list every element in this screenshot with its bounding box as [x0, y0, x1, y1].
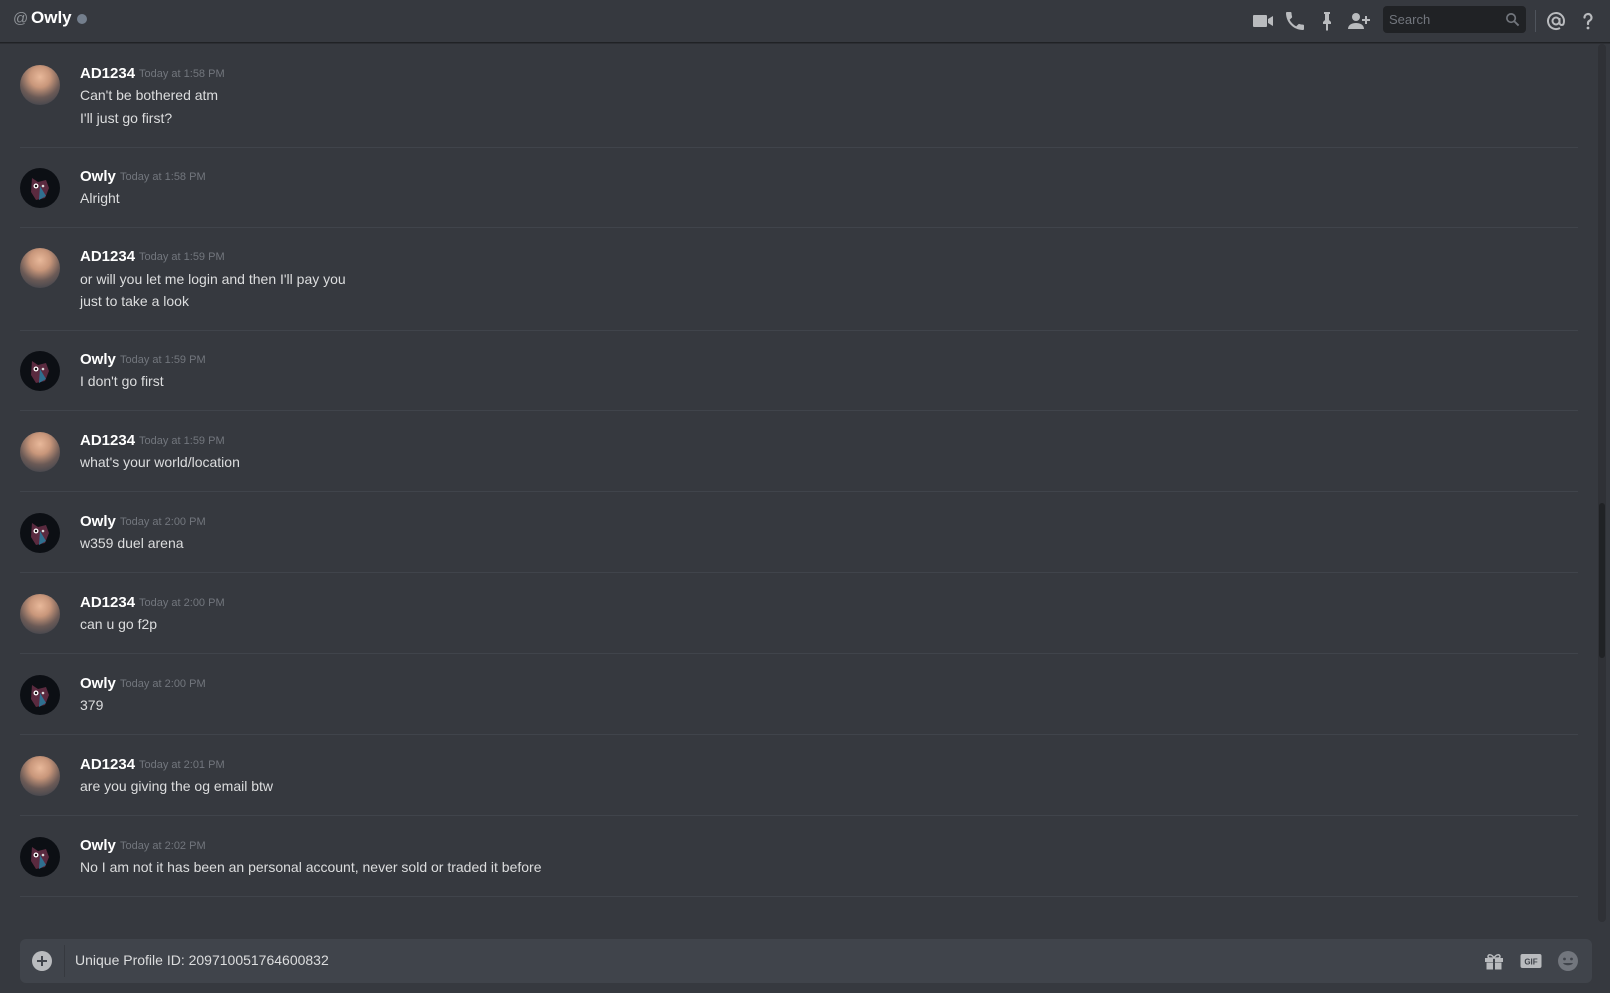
timestamp: Today at 1:59 PM	[139, 435, 225, 447]
message-list: AD1234 Today at 1:58 PM Can't be bothere…	[0, 44, 1598, 922]
message-text: I'll just go first?	[80, 110, 173, 126]
timestamp: Today at 1:59 PM	[120, 354, 206, 366]
channel-title: Owly	[31, 8, 72, 27]
at-icon: @	[13, 10, 29, 27]
avatar[interactable]	[20, 432, 60, 472]
username[interactable]: Owly	[80, 168, 116, 185]
message-divider	[20, 896, 1578, 897]
username[interactable]: AD1234	[80, 594, 135, 611]
avatar[interactable]	[20, 756, 60, 796]
svg-text:GIF: GIF	[1524, 958, 1537, 967]
pin-icon[interactable]	[1315, 9, 1339, 33]
composer-input[interactable]: Unique Profile ID: 209710051764600832	[75, 952, 329, 968]
username[interactable]: AD1234	[80, 432, 135, 449]
username[interactable]: AD1234	[80, 756, 135, 773]
avatar[interactable]	[20, 65, 60, 105]
avatar[interactable]	[20, 594, 60, 634]
message-text: 379	[80, 697, 104, 713]
message-divider	[20, 653, 1578, 654]
channel-header: @ Owly	[0, 0, 1610, 43]
timestamp: Today at 2:00 PM	[120, 516, 206, 528]
timestamp: Today at 1:59 PM	[139, 251, 225, 263]
message-divider	[20, 572, 1578, 573]
message-divider	[20, 410, 1578, 411]
gift-icon[interactable]	[1482, 949, 1506, 973]
dm-window: @ Owly AD12	[0, 0, 1610, 993]
message-text: are you giving the og email btw	[80, 778, 273, 794]
search-input[interactable]	[1383, 6, 1510, 33]
message-text: Alright	[80, 190, 120, 206]
avatar[interactable]	[20, 675, 60, 715]
message-text: I don't go first	[80, 373, 164, 389]
timestamp: Today at 1:58 PM	[139, 68, 225, 80]
message-divider	[20, 491, 1578, 492]
message-text: or will you let me login and then I'll p…	[80, 271, 346, 287]
timestamp: Today at 2:02 PM	[120, 840, 206, 852]
avatar[interactable]	[20, 351, 60, 391]
username[interactable]: AD1234	[80, 248, 135, 265]
message-divider	[20, 227, 1578, 228]
avatar[interactable]	[20, 168, 60, 208]
mention-icon[interactable]	[1544, 9, 1568, 33]
message-text: No I am not it has been an personal acco…	[80, 859, 542, 875]
username[interactable]: Owly	[80, 351, 116, 368]
timestamp: Today at 1:58 PM	[120, 171, 206, 183]
message-divider	[20, 815, 1578, 816]
video-call-icon[interactable]	[1251, 9, 1275, 33]
avatar[interactable]	[20, 837, 60, 877]
search-box[interactable]	[1383, 6, 1526, 33]
username[interactable]: AD1234	[80, 65, 135, 82]
composer-divider	[64, 945, 65, 977]
header-divider	[1535, 10, 1536, 32]
gif-icon[interactable]: GIF	[1519, 949, 1543, 973]
attach-plus-icon[interactable]	[32, 951, 52, 971]
message-composer[interactable]: Unique Profile ID: 209710051764600832 GI…	[20, 939, 1592, 983]
message-text: what's your world/location	[80, 454, 240, 470]
status-indicator	[77, 14, 87, 24]
scrollbar-thumb[interactable]	[1599, 503, 1605, 658]
message-divider	[20, 147, 1578, 148]
timestamp: Today at 2:01 PM	[139, 759, 225, 771]
username[interactable]: Owly	[80, 837, 116, 854]
username[interactable]: Owly	[80, 513, 116, 530]
avatar[interactable]	[20, 513, 60, 553]
message-text: w359 duel arena	[80, 535, 184, 551]
voice-call-icon[interactable]	[1283, 9, 1307, 33]
username[interactable]: Owly	[80, 675, 116, 692]
message-divider	[20, 734, 1578, 735]
timestamp: Today at 2:00 PM	[139, 597, 225, 609]
timestamp: Today at 2:00 PM	[120, 678, 206, 690]
add-friend-icon[interactable]	[1346, 9, 1370, 33]
search-icon[interactable]	[1505, 12, 1520, 27]
scrollbar-track[interactable]	[1598, 44, 1606, 922]
message-text: Can't be bothered atm	[80, 87, 219, 103]
help-icon[interactable]	[1576, 9, 1600, 33]
message-divider	[20, 330, 1578, 331]
avatar[interactable]	[20, 248, 60, 288]
message-text: just to take a look	[80, 293, 189, 309]
emoji-icon[interactable]	[1556, 949, 1580, 973]
message-text: can u go f2p	[80, 616, 158, 632]
